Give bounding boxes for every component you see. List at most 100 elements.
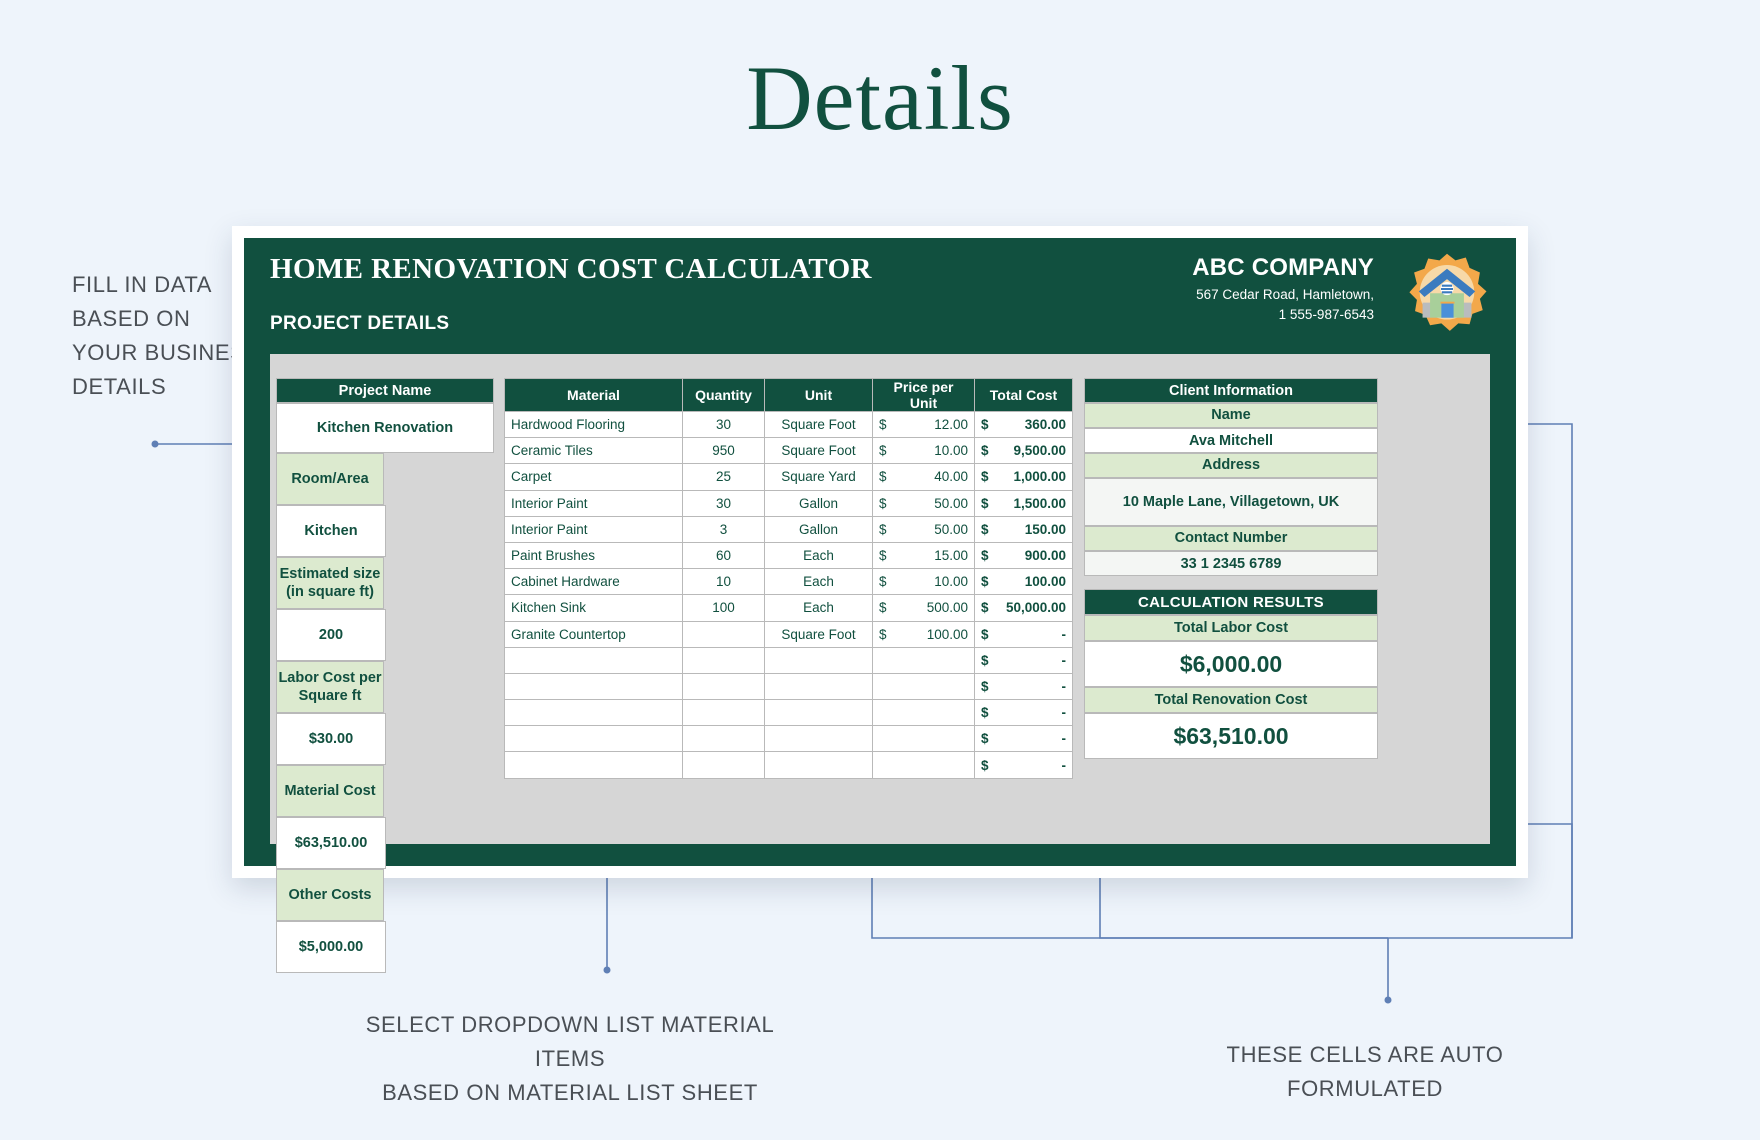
material-name-cell[interactable]	[504, 646, 683, 674]
table-row: Ceramic Tiles 950 Square Foot $10.00 $9,500.…	[504, 437, 1073, 465]
unit-cell[interactable]	[764, 672, 873, 701]
quantity-cell[interactable]: 25	[682, 463, 765, 491]
price-per-unit-cell[interactable]: $500.00	[872, 594, 975, 622]
unit-cell[interactable]: Each	[764, 594, 873, 622]
table-row: Cabinet Hardware 10 Each $10.00 $100.00	[504, 568, 1073, 596]
unit-cell[interactable]	[764, 725, 873, 753]
unit-cell[interactable]: Gallon	[764, 515, 873, 543]
unit-cell[interactable]	[764, 646, 873, 674]
quantity-cell[interactable]: 30	[682, 410, 765, 439]
material-name-cell[interactable]	[504, 751, 683, 779]
worksheet-area: Project Name Kitchen Renovation Room/Are…	[270, 354, 1490, 973]
labor-cost-label-text: Labor Cost per Square ft	[278, 669, 382, 704]
unit-cell[interactable]: Square Foot	[764, 410, 873, 439]
quantity-cell[interactable]: 100	[682, 594, 765, 622]
total-cost-cell: $ -	[974, 751, 1073, 779]
quantity-cell[interactable]	[682, 672, 765, 701]
quantity-cell[interactable]: 3	[682, 515, 765, 543]
table-row: $ -	[504, 672, 1073, 701]
total-cost-cell: $1,500.00	[974, 489, 1073, 517]
material-name-cell[interactable]: Carpet	[504, 463, 683, 491]
table-row: Room/Area Kitchen	[276, 453, 494, 557]
material-name-cell[interactable]: Ceramic Tiles	[504, 437, 683, 465]
material-name-cell[interactable]	[504, 672, 683, 701]
material-name-cell[interactable]	[504, 725, 683, 753]
unit-cell[interactable]	[764, 699, 873, 727]
labor-cost-per-sqft-label: Labor Cost per Square ft	[276, 661, 384, 713]
material-name-cell[interactable]: Cabinet Hardware	[504, 568, 683, 596]
column-header-price: Price per Unit	[872, 378, 975, 412]
labor-cost-per-sqft-value[interactable]: $30.00	[276, 713, 386, 765]
unit-cell[interactable]: Each	[764, 568, 873, 596]
total-cost-cell: $150.00	[974, 515, 1073, 543]
room-area-value[interactable]: Kitchen	[276, 505, 386, 557]
table-row: Paint Brushes 60 Each $15.00 $900.00	[504, 541, 1073, 570]
table-row: Name	[1084, 403, 1378, 428]
price-per-unit-cell[interactable]: $10.00	[872, 437, 975, 465]
material-name-cell[interactable]	[504, 699, 683, 727]
quantity-cell[interactable]	[682, 646, 765, 674]
material-name-cell[interactable]: Interior Paint	[504, 489, 683, 517]
price-per-unit-cell[interactable]: $15.00	[872, 541, 975, 570]
price-per-unit-cell[interactable]	[872, 725, 975, 753]
table-row: 33 1 2345 6789	[1084, 551, 1378, 576]
material-name-cell[interactable]: Interior Paint	[504, 515, 683, 543]
other-costs-value[interactable]: $5,000.00	[276, 921, 386, 973]
price-per-unit-cell[interactable]: $10.00	[872, 568, 975, 596]
price-per-unit-cell[interactable]	[872, 699, 975, 727]
client-information-header: Client Information	[1084, 378, 1378, 403]
column-header-material: Material	[504, 378, 683, 412]
unit-cell[interactable]: Square Yard	[764, 463, 873, 491]
quantity-cell[interactable]	[682, 620, 765, 648]
price-per-unit-cell[interactable]	[872, 751, 975, 779]
price-per-unit-cell[interactable]: $50.00	[872, 489, 975, 517]
sheet-header: HOME RENOVATION COST CALCULATOR PROJECT …	[244, 238, 1516, 354]
price-per-unit-cell[interactable]: $40.00	[872, 463, 975, 491]
price-per-unit-cell[interactable]	[872, 646, 975, 674]
table-row: $ -	[504, 725, 1073, 753]
client-contact-value[interactable]: 33 1 2345 6789	[1084, 551, 1378, 576]
quantity-cell[interactable]: 10	[682, 568, 765, 596]
material-name-cell[interactable]: Kitchen Sink	[504, 594, 683, 622]
unit-cell[interactable]: Gallon	[764, 489, 873, 517]
table-row: Carpet 25 Square Yard $40.00 $1,000.00	[504, 463, 1073, 491]
client-address-value[interactable]: 10 Maple Lane, Villagetown, UK	[1084, 478, 1378, 526]
quantity-cell[interactable]	[682, 751, 765, 779]
unit-cell[interactable]: Each	[764, 541, 873, 570]
client-name-label: Name	[1084, 403, 1378, 428]
price-per-unit-cell[interactable]: $50.00	[872, 515, 975, 543]
price-per-unit-cell[interactable]	[872, 672, 975, 701]
table-row: Contact Number	[1084, 526, 1378, 551]
project-name-value[interactable]: Kitchen Renovation	[276, 403, 494, 453]
quantity-cell[interactable]	[682, 725, 765, 753]
material-name-cell[interactable]: Granite Countertop	[504, 620, 683, 648]
unit-cell[interactable]: Square Foot	[764, 620, 873, 648]
total-labor-cost-label: Total Labor Cost	[1084, 615, 1378, 641]
table-row: Project Name	[276, 378, 494, 403]
column-header-quantity: Quantity	[682, 378, 765, 412]
table-row: Granite Countertop Square Foot $100.00 $ -	[504, 620, 1073, 648]
quantity-cell[interactable]: 60	[682, 541, 765, 570]
material-name-cell[interactable]: Hardwood Flooring	[504, 410, 683, 439]
quantity-cell[interactable]	[682, 699, 765, 727]
table-row: $6,000.00	[1084, 641, 1378, 687]
unit-cell[interactable]: Square Foot	[764, 437, 873, 465]
table-row: Labor Cost per Square ft $30.00	[276, 661, 494, 765]
total-cost-cell: $900.00	[974, 541, 1073, 570]
unit-cell[interactable]	[764, 751, 873, 779]
quantity-cell[interactable]: 30	[682, 489, 765, 517]
total-cost-cell: $50,000.00	[974, 594, 1073, 622]
price-per-unit-cell[interactable]: $12.00	[872, 410, 975, 439]
table-row: Client Information	[1084, 378, 1378, 403]
house-in-gear-icon	[1400, 250, 1494, 344]
client-name-value[interactable]: Ava Mitchell	[1084, 428, 1378, 453]
company-phone: 1 555-987-6543	[1278, 306, 1374, 322]
material-name-cell[interactable]: Paint Brushes	[504, 541, 683, 570]
quantity-cell[interactable]: 950	[682, 437, 765, 465]
material-cost-label: Material Cost	[276, 765, 384, 817]
room-area-label: Room/Area	[276, 453, 384, 505]
estimated-size-value[interactable]: 200	[276, 609, 386, 661]
table-row: Kitchen Sink 100 Each $500.00 $50,000.00	[504, 594, 1073, 622]
price-per-unit-cell[interactable]: $100.00	[872, 620, 975, 648]
table-row: $ -	[504, 751, 1073, 779]
